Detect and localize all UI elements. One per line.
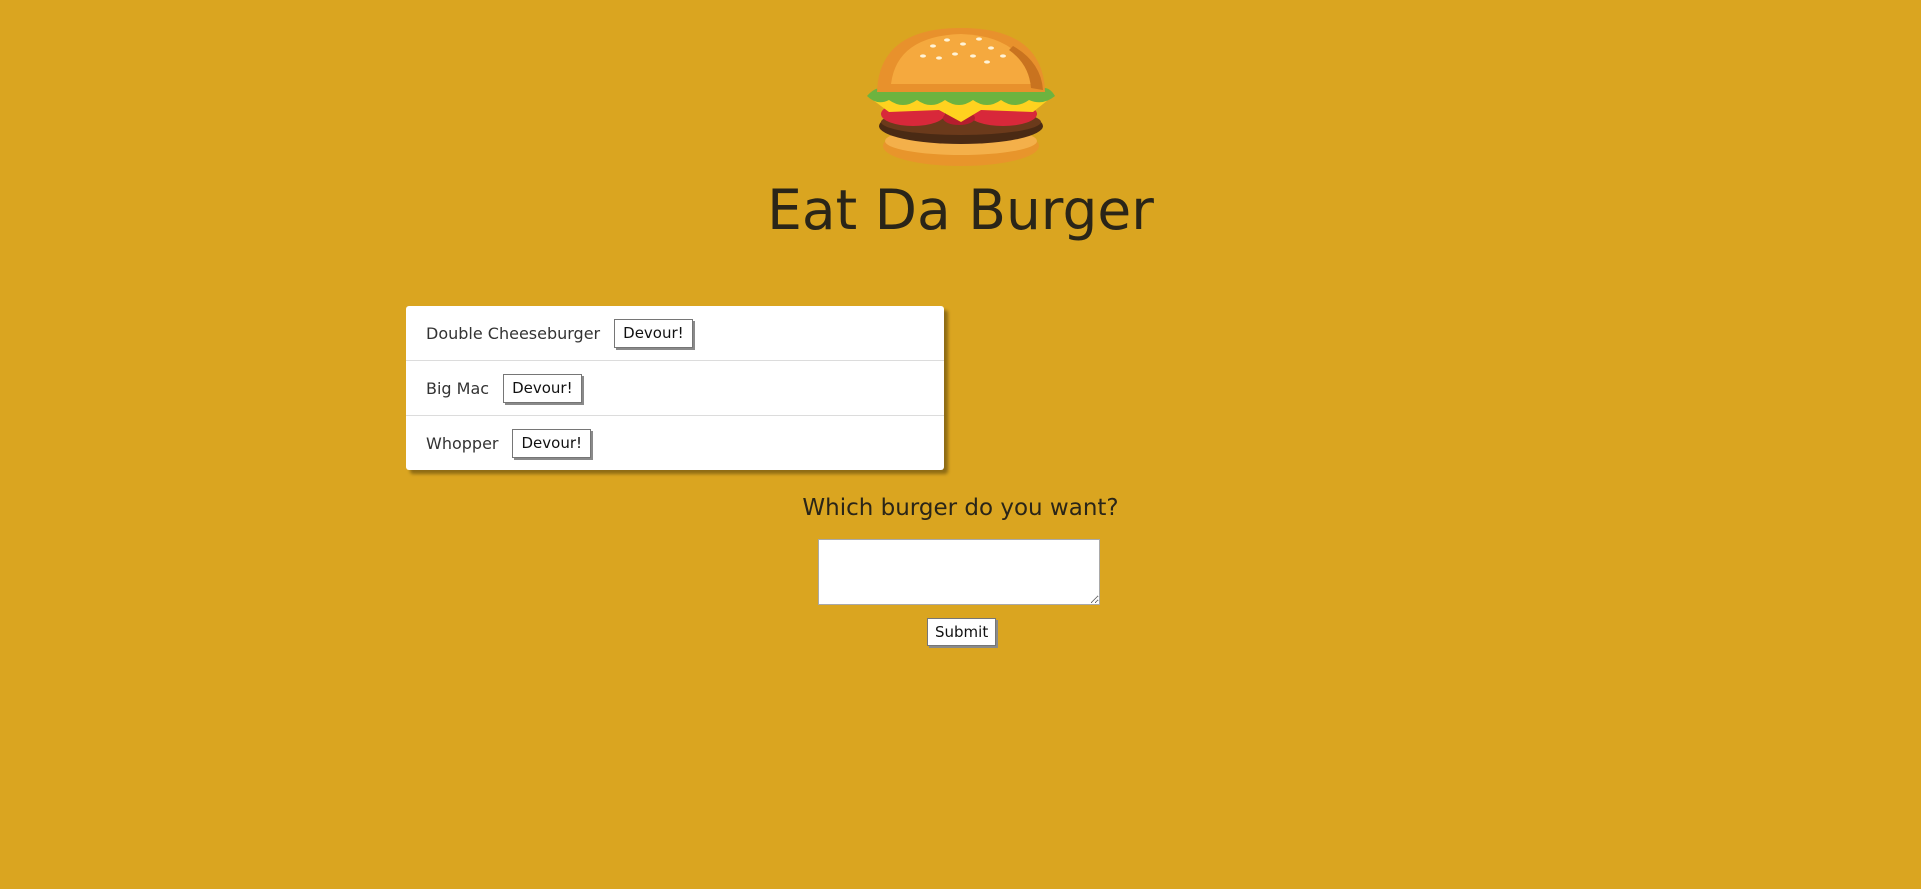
- burger-list: Double Cheeseburger Devour! Big Mac Devo…: [406, 306, 944, 470]
- list-item: Whopper Devour!: [406, 416, 944, 470]
- burger-name: Whopper: [426, 433, 499, 453]
- hamburger-icon: [867, 28, 1055, 166]
- submit-button[interactable]: Submit: [927, 618, 997, 646]
- form-question: Which burger do you want?: [802, 495, 1119, 521]
- list-item: Big Mac Devour!: [406, 361, 944, 416]
- devour-button[interactable]: Devour!: [614, 318, 693, 348]
- burger-name: Double Cheeseburger: [426, 323, 601, 343]
- page: Eat Da Burger Double Cheeseburger Devour…: [0, 0, 1921, 889]
- page-title: Eat Da Burger: [767, 178, 1154, 242]
- devour-button[interactable]: Devour!: [512, 428, 592, 458]
- burger-name: Big Mac: [426, 378, 490, 398]
- list-item: Double Cheeseburger Devour!: [406, 306, 944, 361]
- devour-button[interactable]: Devour!: [503, 373, 582, 403]
- burger-name-input[interactable]: [818, 539, 1100, 605]
